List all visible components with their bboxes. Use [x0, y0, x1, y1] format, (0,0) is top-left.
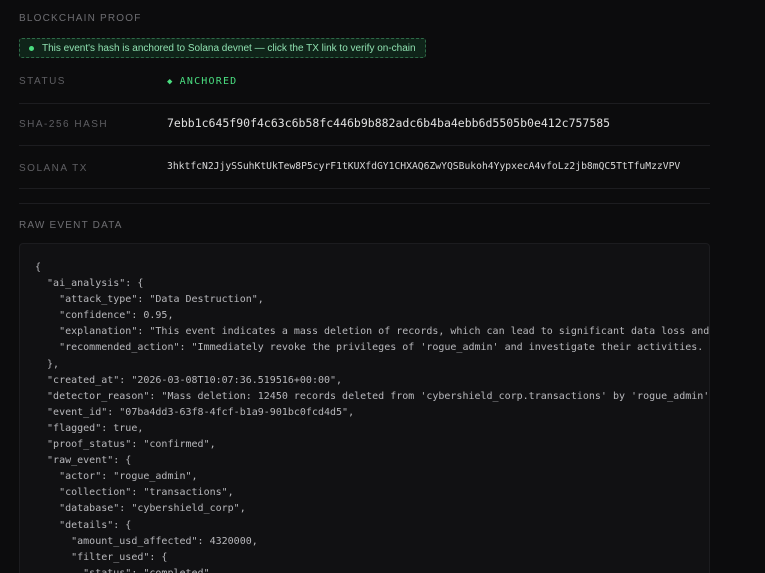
banner-text: This event's hash is anchored to Solana … [42, 42, 416, 54]
raw-event-json: { "ai_analysis": { "attack_type": "Data … [20, 244, 709, 573]
code-line: "proof_status": "confirmed", [35, 439, 216, 451]
code-line: "created_at": "2026-03-08T10:07:36.51951… [35, 374, 343, 386]
hash-label: SHA-256 HASH [19, 119, 109, 130]
status-value-text: ANCHORED [179, 76, 238, 87]
code-line: "attack_type": "Data Destruction", [35, 294, 264, 306]
solana-tx-row: SOLANA TX 3hktfcN2JjySSuhKtUkTew8P5cyrF1… [19, 146, 710, 189]
status-value: ◆ ANCHORED [167, 76, 237, 87]
code-line: "detector_reason": "Mass deletion: 12450… [35, 390, 710, 402]
solana-tx-label: SOLANA TX [19, 163, 88, 174]
code-line: "amount_usd_affected": 4320000, [35, 535, 258, 547]
hash-value[interactable]: 7ebb1c645f90f4c63c6b58fc446b9b882adc6b4b… [167, 116, 610, 130]
code-line: "raw_event": { [35, 455, 132, 467]
code-line: { [35, 262, 42, 273]
raw-event-data-title: RAW EVENT DATA [19, 220, 123, 231]
anchored-info-banner: This event's hash is anchored to Solana … [19, 38, 426, 58]
solana-tx-link[interactable]: 3hktfcN2JjySSuhKtUkTew8P5cyrF1tKUXfdGY1C… [167, 161, 680, 172]
code-line: "status": "completed" [35, 566, 709, 573]
status-row: STATUS ◆ ANCHORED [19, 62, 710, 104]
code-line: "actor": "rogue_admin", [35, 471, 198, 483]
code-line: "explanation": "This event indicates a m… [35, 326, 710, 338]
code-line: "flagged": true, [35, 422, 144, 434]
status-dot-icon [29, 45, 34, 51]
code-line: }, [35, 358, 60, 370]
code-line: "event_id": "07ba4dd3-63f8-4fcf-b1a9-901… [35, 406, 355, 418]
code-line: "recommended_action": "Immediately revok… [35, 342, 710, 354]
diamond-icon: ◆ [167, 77, 174, 87]
section-divider [19, 203, 710, 204]
code-line: "collection": "transactions", [35, 487, 234, 499]
code-line: "ai_analysis": { [35, 278, 144, 290]
code-line: "database": "cybershield_corp", [35, 503, 246, 515]
code-line: "confidence": 0.95, [35, 310, 174, 322]
raw-event-code-block[interactable]: { "ai_analysis": { "attack_type": "Data … [19, 243, 710, 573]
hash-row: SHA-256 HASH 7ebb1c645f90f4c63c6b58fc446… [19, 104, 710, 146]
code-line: "details": { [35, 519, 132, 531]
status-label: STATUS [19, 76, 66, 87]
blockchain-proof-title: BLOCKCHAIN PROOF [19, 13, 142, 24]
code-line: "filter_used": { [35, 551, 168, 563]
